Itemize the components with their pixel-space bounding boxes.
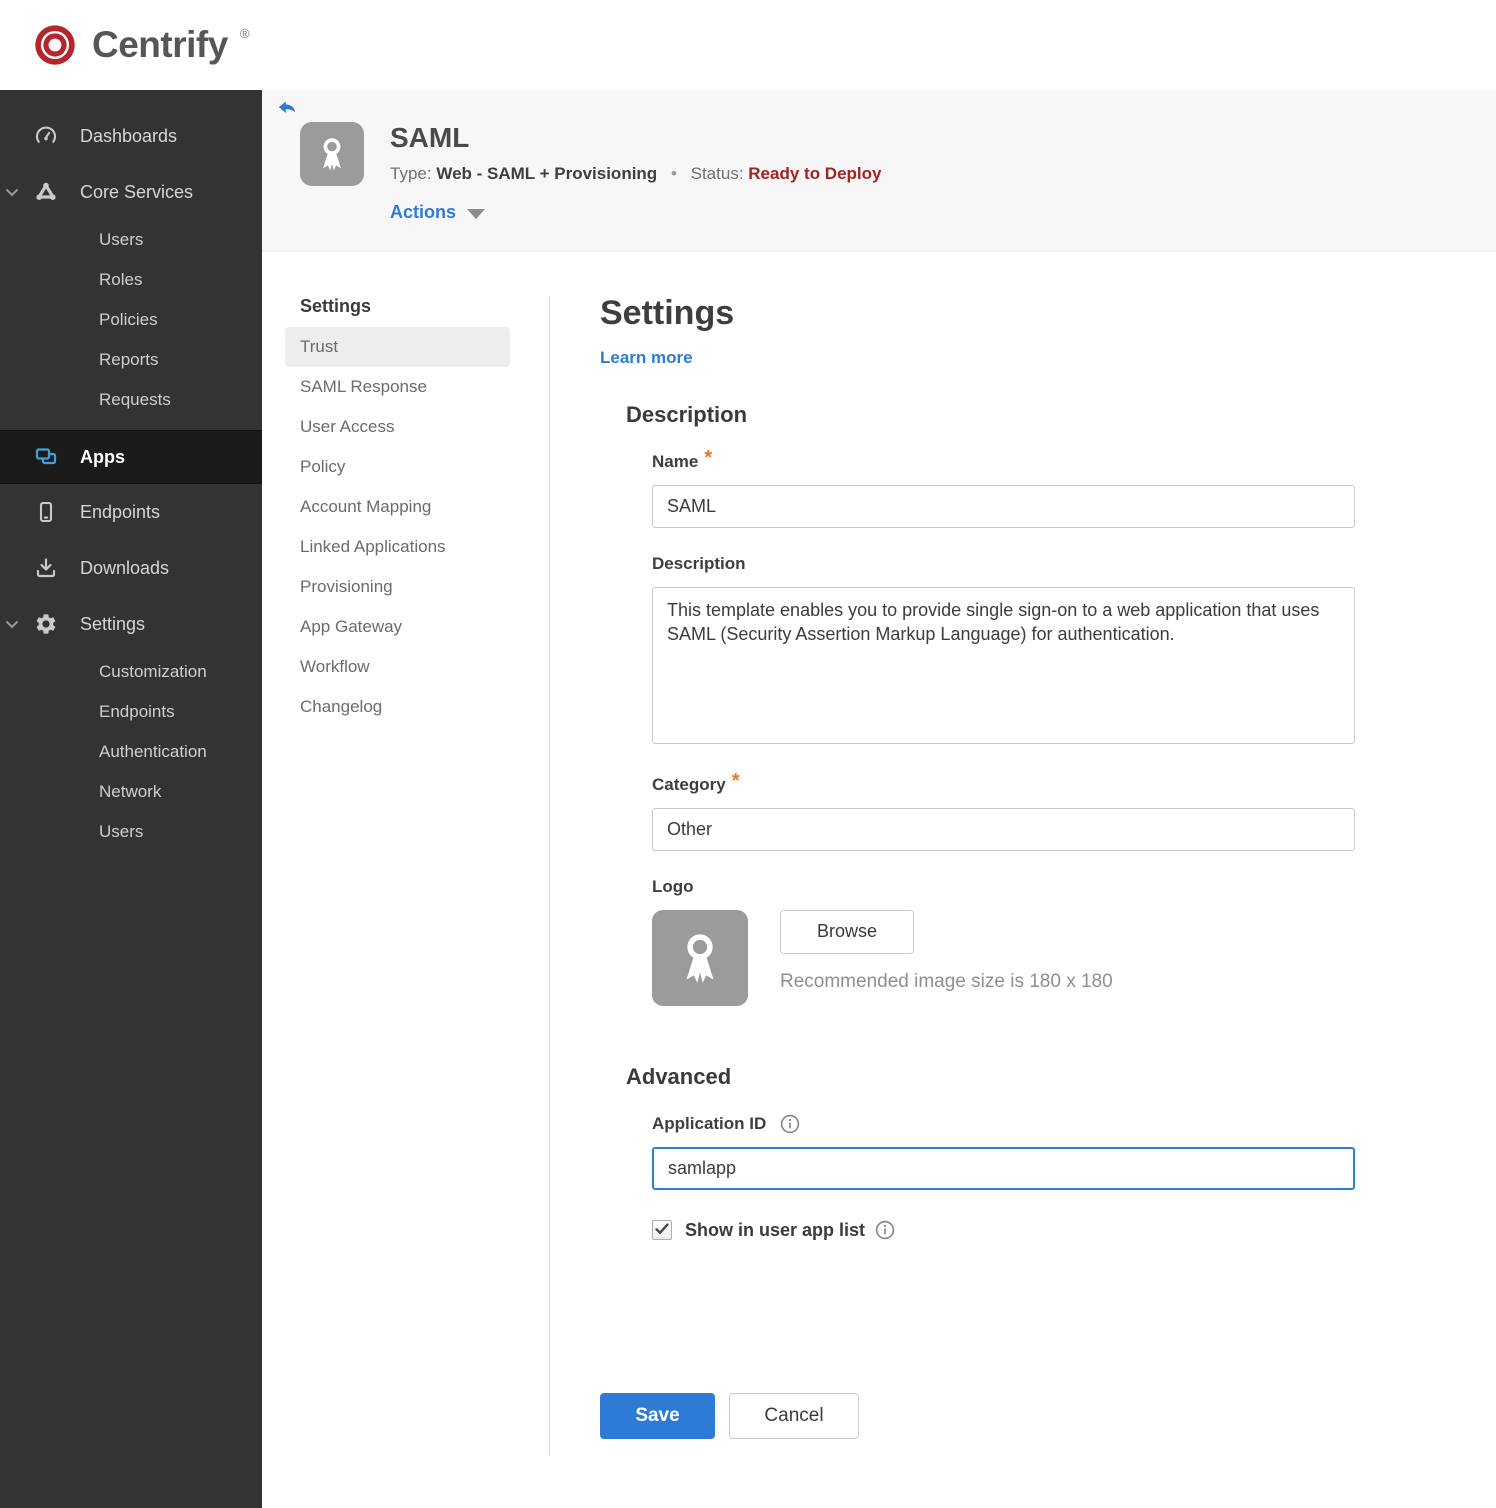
application-id-input[interactable] xyxy=(652,1146,1355,1190)
sidebar-item-endpoints[interactable]: Endpoints xyxy=(0,484,262,540)
core-services-icon xyxy=(34,180,58,204)
checkmark-icon xyxy=(655,1223,669,1235)
sidebar-item-users[interactable]: Users xyxy=(0,220,262,260)
logo-size-hint: Recommended image size is 180 x 180 xyxy=(780,970,1113,992)
status-badge: Ready to Deploy xyxy=(748,164,882,183)
settings-subnav: Settings Trust SAML Response User Access… xyxy=(262,296,550,1456)
sidebar-item-settings[interactable]: Settings xyxy=(0,596,262,652)
chevron-down-icon[interactable] xyxy=(4,616,20,632)
category-field-group: Category * xyxy=(652,770,1355,851)
sidebar-item-requests[interactable]: Requests xyxy=(0,380,262,420)
name-input[interactable] xyxy=(652,484,1355,528)
info-icon[interactable] xyxy=(875,1220,895,1240)
show-in-user-app-list-row: Show in user app list xyxy=(652,1220,1355,1241)
show-in-user-app-list-checkbox[interactable] xyxy=(652,1220,672,1241)
show-in-user-app-list-label: Show in user app list xyxy=(685,1219,866,1240)
registered-mark: ® xyxy=(239,26,250,41)
apps-windows-icon xyxy=(34,445,58,469)
advanced-section-title: Advanced xyxy=(626,1063,732,1089)
logo-label: Logo xyxy=(652,876,694,896)
type-value: Web - SAML + Provisioning xyxy=(436,164,658,183)
subnav-item-provisioning[interactable]: Provisioning xyxy=(262,567,549,607)
subnav-item-trust[interactable]: Trust xyxy=(285,327,510,367)
centrify-logo-icon xyxy=(35,25,75,65)
sidebar-item-users-settings[interactable]: Users xyxy=(0,812,262,852)
app-logo-preview xyxy=(652,909,748,1006)
sidebar-item-endpoints-settings[interactable]: Endpoints xyxy=(0,692,262,732)
sidebar-item-customization[interactable]: Customization xyxy=(0,652,262,692)
sidebar-item-policies[interactable]: Policies xyxy=(0,300,262,340)
name-label: Name xyxy=(652,451,699,471)
chevron-down-icon[interactable] xyxy=(4,184,20,200)
actions-menu[interactable]: Actions xyxy=(390,202,486,223)
status-label: Status: xyxy=(690,164,744,183)
centrify-logo: Centrify ® xyxy=(28,18,249,72)
application-id-field-group: Application ID xyxy=(652,1114,1355,1190)
settings-heading: Settings xyxy=(600,294,735,332)
description-field-group: Description This template enables you to… xyxy=(652,554,1355,749)
sidebar-item-dashboards[interactable]: Dashboards xyxy=(0,108,262,164)
endpoints-phone-icon xyxy=(34,500,58,524)
download-icon xyxy=(34,556,58,580)
name-field-group: Name * xyxy=(652,447,1355,528)
ribbon-award-icon xyxy=(686,934,714,983)
sidebar-item-reports[interactable]: Reports xyxy=(0,340,262,380)
description-section-title: Description xyxy=(626,401,748,427)
settings-form: Settings Learn more Description Name * S… xyxy=(550,294,1356,1508)
sidebar-item-roles[interactable]: Roles xyxy=(0,260,262,300)
description-textarea[interactable]: This template enables you to provide sin… xyxy=(652,586,1355,744)
application-id-label: Application ID xyxy=(652,1113,767,1133)
sidebar-item-apps[interactable]: Apps xyxy=(0,430,262,484)
brand-name: Centrify xyxy=(92,24,228,65)
sidebar: Dashboards Core Services Users Roles Pol… xyxy=(0,90,262,1508)
advanced-section: Advanced Application ID samlapp Show in … xyxy=(600,1064,1356,1241)
required-asterisk: * xyxy=(704,447,713,470)
sidebar-item-core-services[interactable]: Core Services xyxy=(0,164,262,220)
back-button[interactable] xyxy=(274,98,300,120)
dashboard-gauge-icon xyxy=(34,124,58,148)
save-button[interactable]: Save xyxy=(600,1392,715,1439)
sidebar-item-downloads[interactable]: Downloads xyxy=(0,540,262,596)
caret-down-icon xyxy=(467,209,486,219)
meta-separator: • xyxy=(670,164,677,183)
description-label: Description xyxy=(652,553,746,573)
subnav-item-linked-applications[interactable]: Linked Applications xyxy=(262,527,549,567)
form-footer: Save Cancel xyxy=(600,1392,1356,1439)
settings-gear-icon xyxy=(34,612,58,636)
browse-button[interactable]: Browse xyxy=(780,909,914,954)
subnav-item-account-mapping[interactable]: Account Mapping xyxy=(262,487,549,527)
required-asterisk: * xyxy=(731,770,740,793)
ribbon-award-icon xyxy=(323,138,341,171)
actions-label: Actions xyxy=(390,202,457,222)
cancel-button[interactable]: Cancel xyxy=(729,1392,859,1439)
description-section: Description Name * Description xyxy=(600,402,1356,1006)
page-header: SAML Type: Web - SAML + Provisioning • S… xyxy=(262,90,1496,252)
subnav-item-policy[interactable]: Policy xyxy=(262,447,549,487)
sidebar-item-authentication[interactable]: Authentication xyxy=(0,732,262,772)
top-bar: Centrify ® xyxy=(0,0,1496,90)
page-title: SAML xyxy=(390,122,470,153)
info-icon[interactable] xyxy=(780,1114,800,1134)
learn-more-link[interactable]: Learn more xyxy=(600,348,693,368)
logo-field-group: Logo Browse Recommended image size is 18… xyxy=(652,877,1355,1006)
subnav-item-app-gateway[interactable]: App Gateway xyxy=(262,607,549,647)
app-meta: Type: Web - SAML + Provisioning • Status… xyxy=(390,164,881,184)
category-label: Category xyxy=(652,774,726,794)
subnav-heading: Settings xyxy=(300,296,372,316)
subnav-item-changelog[interactable]: Changelog xyxy=(262,687,549,727)
subnav-item-workflow[interactable]: Workflow xyxy=(262,647,549,687)
app-logo xyxy=(300,122,364,186)
subnav-item-user-access[interactable]: User Access xyxy=(262,407,549,447)
back-arrow-icon xyxy=(278,101,296,113)
subnav-item-saml-response[interactable]: SAML Response xyxy=(262,367,549,407)
category-input[interactable] xyxy=(652,807,1355,851)
type-label: Type: xyxy=(390,164,432,183)
sidebar-item-network[interactable]: Network xyxy=(0,772,262,812)
